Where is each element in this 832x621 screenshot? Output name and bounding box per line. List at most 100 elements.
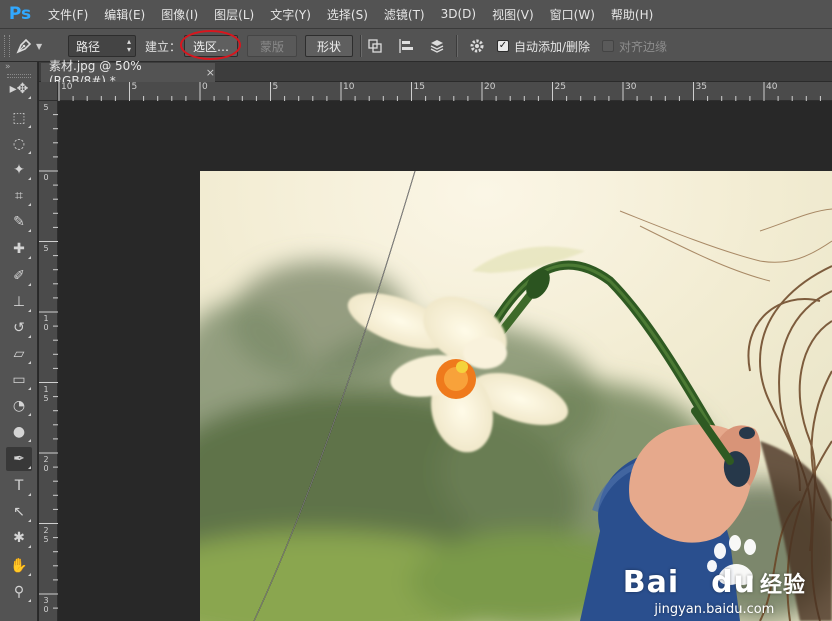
healing-tool-glyph: ✚ (13, 241, 25, 257)
ruler-origin[interactable] (39, 82, 58, 101)
ruler-label: 0 (43, 173, 49, 182)
custom-shape-tool-icon[interactable]: ✱ (6, 526, 32, 550)
blur-tool-icon[interactable]: ◔ (6, 394, 32, 418)
ruler-label: 35 (695, 82, 707, 92)
tool-preset-picker[interactable]: ▼ (14, 35, 58, 57)
options-divider (456, 35, 457, 57)
ruler-label: 10 (343, 82, 355, 92)
eraser-tool-icon[interactable]: ▱ (6, 342, 32, 366)
document-tab[interactable]: 素材.jpg @ 50%(RGB/8#) * × (41, 59, 215, 88)
align-edges-option[interactable]: 对齐边缘 (602, 35, 667, 57)
horizontal-ruler[interactable]: 10 5 0 5 10 15 20 25 30 35 40 (58, 82, 832, 101)
menu-image[interactable]: 图像(I) (153, 6, 206, 23)
menu-help[interactable]: 帮助(H) (603, 6, 661, 23)
tool-group-indicator (28, 335, 31, 338)
menu-select[interactable]: 选择(S) (319, 6, 376, 23)
tool-group-indicator (28, 96, 31, 99)
tools-panel: » ▸✥ ⬚ ◌ ✦ ⌗ ✎ ✚ ✐ ⊥ ↺ ▱ ▭ ◔ ● ✒ T ↖ ✱ ✋ ⚲ (0, 62, 38, 621)
make-selection-button[interactable]: 选区… (184, 35, 238, 57)
ruler-label: 20 (484, 82, 496, 92)
make-mask-button[interactable]: 蒙版 (247, 35, 297, 57)
move-tool-glyph: ▸✥ (9, 81, 29, 97)
pen-tool-icon (16, 38, 32, 54)
tool-group-indicator (28, 361, 31, 364)
zoom-tool-icon[interactable]: ⚲ (6, 580, 32, 604)
auto-add-delete-option[interactable]: ✓ 自动添加/删除 (497, 35, 590, 57)
dodge-tool-glyph: ● (12, 424, 26, 440)
menu-3d[interactable]: 3D(D) (433, 7, 484, 21)
ruler-label: 25 (554, 82, 566, 92)
menu-file[interactable]: 文件(F) (40, 6, 96, 23)
vertical-ruler[interactable]: 5 0 5 1 0 1 5 2 0 2 5 3 0 (39, 101, 58, 621)
brush-tool-glyph: ✐ (13, 268, 25, 284)
path-selection-tool-glyph: ↖ (13, 504, 25, 520)
make-shape-button[interactable]: 形状 (305, 35, 353, 57)
menu-edit[interactable]: 编辑(E) (96, 6, 153, 23)
gear-icon[interactable] (466, 35, 488, 57)
tool-group-indicator (28, 283, 31, 286)
lasso-tool-glyph: ◌ (12, 136, 26, 152)
ruler-label: 5 (43, 243, 49, 253)
align-edges-checkbox[interactable] (602, 40, 614, 52)
marquee-tool-icon[interactable]: ⬚ (6, 106, 32, 130)
ruler-label: 40 (766, 82, 778, 92)
magic-wand-tool-icon[interactable]: ✦ (6, 158, 32, 182)
zoom-tool-glyph: ⚲ (13, 584, 25, 600)
pen-tool-icon[interactable]: ✒ (6, 447, 32, 471)
tool-mode-select[interactable]: 路径 ▴ ▾ (68, 35, 136, 57)
brush-tool-icon[interactable]: ✐ (6, 264, 32, 288)
path-arrangement-icon[interactable] (426, 35, 448, 57)
chevron-down-icon: ▼ (36, 41, 43, 51)
tool-group-indicator (28, 125, 31, 128)
menu-bar: Ps 文件(F) 编辑(E) 图像(I) 图层(L) 文字(Y) 选择(S) 滤… (0, 0, 832, 28)
menu-view[interactable]: 视图(V) (484, 6, 542, 23)
dodge-tool-icon[interactable]: ● (6, 420, 32, 444)
menu-type[interactable]: 文字(Y) (262, 6, 319, 23)
eyedropper-tool-glyph: ✎ (13, 214, 25, 230)
eyedropper-tool-icon[interactable]: ✎ (6, 210, 32, 234)
menu-layer[interactable]: 图层(L) (206, 6, 262, 23)
hand-tool-icon[interactable]: ✋ (6, 554, 32, 578)
tool-mode-value: 路径 (76, 39, 101, 54)
stamp-tool-glyph: ⊥ (12, 294, 26, 310)
tool-group-indicator (28, 545, 31, 548)
auto-add-delete-label: 自动添加/删除 (514, 39, 591, 54)
ruler-label: 5 (43, 102, 49, 112)
menu-filter[interactable]: 滤镜(T) (376, 6, 433, 23)
canvas-area[interactable]: Bai du 经验 jingyan.baidu.com (58, 101, 832, 621)
options-divider (360, 35, 361, 57)
tool-group-indicator (28, 177, 31, 180)
tool-group-indicator (28, 573, 31, 576)
lasso-tool-icon[interactable]: ◌ (6, 132, 32, 156)
type-tool-glyph: T (14, 478, 24, 494)
options-bar-grip[interactable] (4, 35, 10, 57)
pen-tool-glyph: ✒ (13, 451, 25, 467)
ruler-label: 2 5 (43, 525, 49, 544)
blur-tool-glyph: ◔ (12, 398, 26, 414)
menu-window[interactable]: 窗口(W) (542, 6, 603, 23)
stamp-tool-icon[interactable]: ⊥ (6, 290, 32, 314)
ruler-label: 0 (202, 82, 208, 92)
ruler-label: 5 (131, 82, 138, 92)
ruler-label: 1 0 (43, 314, 49, 332)
path-operations-icon[interactable] (364, 35, 386, 57)
eraser-tool-glyph: ▱ (13, 346, 25, 362)
path-alignment-icon[interactable] (395, 35, 417, 57)
healing-tool-icon[interactable]: ✚ (6, 237, 32, 261)
close-icon[interactable]: × (206, 66, 215, 79)
move-tool-icon[interactable]: ▸✥ (6, 77, 32, 101)
gradient-tool-icon[interactable]: ▭ (6, 368, 32, 392)
tools-panel-collapse-icon[interactable]: » (0, 62, 37, 74)
auto-add-delete-checkbox[interactable]: ✓ (497, 40, 509, 52)
photoshop-logo: Ps (8, 4, 32, 24)
select-arrows-icon: ▴ ▾ (126, 37, 131, 54)
crop-tool-icon[interactable]: ⌗ (6, 184, 32, 208)
custom-shape-tool-glyph: ✱ (13, 530, 25, 546)
path-selection-tool-icon[interactable]: ↖ (6, 500, 32, 524)
tool-group-indicator (28, 387, 31, 390)
history-brush-tool-glyph: ↺ (13, 320, 25, 336)
history-brush-tool-icon[interactable]: ↺ (6, 316, 32, 340)
type-tool-icon[interactable]: T (6, 474, 32, 498)
ruler-label: 3 0 (43, 596, 49, 614)
crop-tool-glyph: ⌗ (15, 188, 23, 204)
